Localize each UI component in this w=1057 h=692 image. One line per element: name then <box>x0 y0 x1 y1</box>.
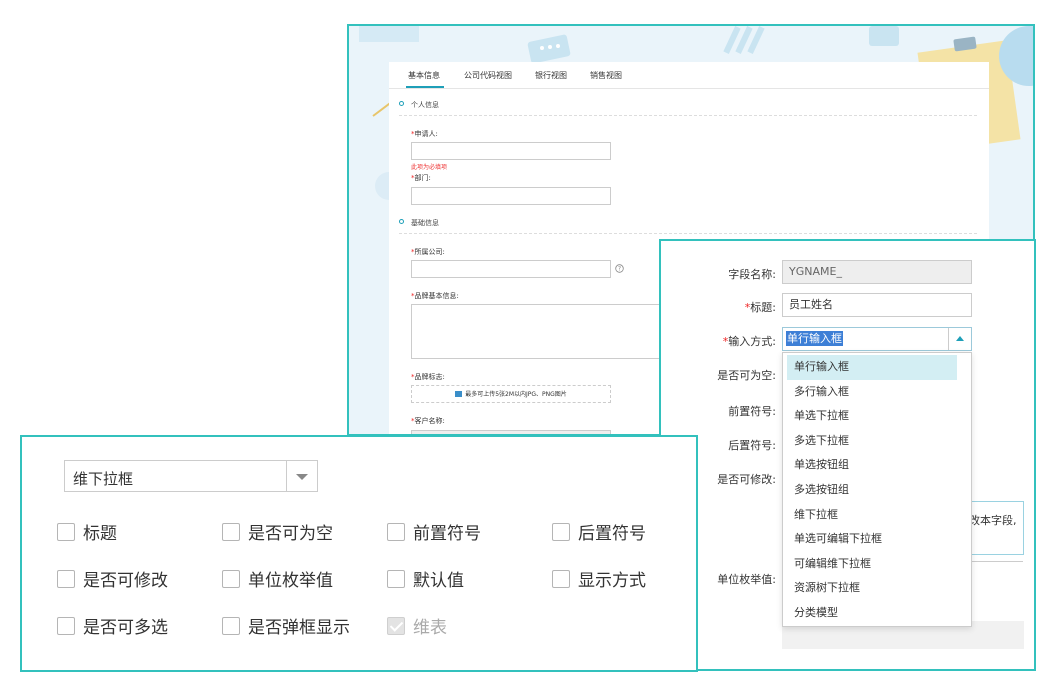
dropdown-option[interactable]: 多选按钮组 <box>783 478 971 503</box>
prefix-label: 前置符号: <box>728 405 776 418</box>
section-title-personal: 个人信息 <box>411 101 439 109</box>
dropdown-option[interactable]: 多行输入框 <box>783 380 971 405</box>
dropdown-arrow-button[interactable] <box>948 328 971 350</box>
brand-info-label: *品牌基本信息: <box>411 292 459 300</box>
dept-label: *部门: <box>411 174 431 182</box>
dimension-select-value: 维下拉框 <box>73 470 134 488</box>
hint-text: 改本字段, <box>969 514 1017 527</box>
section-divider <box>399 233 977 234</box>
section-title-basic: 基础信息 <box>411 219 439 227</box>
dropdown-option[interactable]: 多选下拉框 <box>783 429 971 454</box>
checkbox-default[interactable]: 默认值 <box>387 566 464 591</box>
applicant-label: *申请人: <box>411 130 438 138</box>
checkbox-box[interactable] <box>57 522 75 541</box>
dropdown-option[interactable]: 分类模型 <box>783 601 971 626</box>
tab-company-code-view[interactable]: 公司代码视图 <box>464 70 512 81</box>
checkbox-config-panel: 维下拉框 标题 是否可为空 前置符号 后置符号 是否可修改 单位枚举值 默认值 … <box>20 435 698 672</box>
help-icon[interactable]: ? <box>615 264 624 273</box>
dropdown-option[interactable]: 维下拉框 <box>783 503 971 528</box>
section-marker-icon <box>399 101 404 106</box>
checkbox-label: 后置符号 <box>578 524 646 544</box>
checkbox-editable[interactable]: 是否可修改 <box>57 566 168 591</box>
brand-info-textarea[interactable] <box>411 304 661 359</box>
nullable-label: 是否可为空: <box>717 369 776 382</box>
checkbox-nullable[interactable]: 是否可为空 <box>222 519 333 544</box>
checkbox-suffix[interactable]: 后置符号 <box>552 519 646 544</box>
checkbox-box[interactable] <box>222 569 240 588</box>
checkbox-label: 是否弹框显示 <box>248 618 350 638</box>
input-mode-select[interactable]: 单行输入框 <box>782 327 972 351</box>
checkbox-label: 维表 <box>413 618 447 638</box>
checkbox-popup[interactable]: 是否弹框显示 <box>222 613 350 638</box>
field-name-label: 字段名称: <box>728 268 776 281</box>
dropdown-option[interactable]: 单选下拉框 <box>783 404 971 429</box>
dropdown-option[interactable]: 单选可编辑下拉框 <box>783 527 971 552</box>
title-label: *标题: <box>744 301 776 314</box>
field-name-input[interactable]: YGNAME_ <box>782 260 972 284</box>
svg-text:?: ? <box>618 266 621 273</box>
section-marker-icon <box>399 219 404 224</box>
checkbox-display-mode[interactable]: 显示方式 <box>552 566 646 591</box>
checkbox-label: 标题 <box>83 524 117 544</box>
checkbox-dim-table: 维表 <box>387 613 447 638</box>
tab-bank-view[interactable]: 银行视图 <box>535 70 567 81</box>
company-input[interactable] <box>411 260 611 278</box>
customer-label: *客户名称: <box>411 417 445 425</box>
title-input[interactable]: 员工姓名 <box>782 293 972 317</box>
checkbox-label: 单位枚举值 <box>248 571 333 591</box>
checkbox-box[interactable] <box>57 569 75 588</box>
checkbox-label: 前置符号 <box>413 524 481 544</box>
checkbox-box[interactable] <box>552 569 570 588</box>
input-mode-selected-text: 单行输入框 <box>786 331 843 346</box>
tab-sales-view[interactable]: 销售视图 <box>590 70 622 81</box>
checkbox-label: 是否可多选 <box>83 618 168 638</box>
active-tab-indicator <box>406 86 444 88</box>
logo-upload-area[interactable]: 最多可上传5张2M以内JPG、PNG图片 <box>411 385 611 403</box>
applicant-input[interactable] <box>411 142 611 160</box>
checkbox-multiselect[interactable]: 是否可多选 <box>57 613 168 638</box>
dropdown-option[interactable]: 单选按钮组 <box>783 453 971 478</box>
input-mode-label: *输入方式: <box>722 335 776 348</box>
checkbox-box[interactable] <box>222 522 240 541</box>
brand-logo-label: *品牌标志: <box>411 373 445 381</box>
tab-basic-info[interactable]: 基本信息 <box>408 70 440 81</box>
checkbox-label: 是否可为空 <box>248 524 333 544</box>
dropdown-option[interactable]: 可编辑维下拉框 <box>783 552 971 577</box>
image-icon <box>455 391 463 397</box>
checkbox-box[interactable] <box>57 616 75 635</box>
checkbox-title[interactable]: 标题 <box>57 519 117 544</box>
dept-input[interactable] <box>411 187 611 205</box>
dimension-select[interactable]: 维下拉框 <box>64 460 318 492</box>
checkbox-box[interactable] <box>222 616 240 635</box>
input-mode-dropdown-list: 单行输入框 多行输入框 单选下拉框 多选下拉框 单选按钮组 多选按钮组 维下拉框… <box>782 352 972 627</box>
chevron-up-icon <box>956 336 964 341</box>
checkbox-label: 默认值 <box>413 571 464 591</box>
checkbox-enum[interactable]: 单位枚举值 <box>222 566 333 591</box>
chevron-down-icon[interactable] <box>286 461 317 491</box>
checkbox-label: 显示方式 <box>578 571 646 591</box>
company-label: *所属公司: <box>411 248 445 256</box>
checkbox-label: 是否可修改 <box>83 571 168 591</box>
checkbox-box[interactable] <box>387 522 405 541</box>
checkbox-box[interactable] <box>552 522 570 541</box>
checkbox-box-checked <box>387 616 405 635</box>
section-divider <box>399 115 977 116</box>
dropdown-option[interactable]: 单行输入框 <box>787 355 957 380</box>
tab-bar: 基本信息 公司代码视图 银行视图 销售视图 <box>389 62 989 89</box>
field-config-panel: 字段名称: YGNAME_ *标题: 员工姓名 *输入方式: 单行输入框 是否可… <box>659 239 1036 671</box>
checkbox-box[interactable] <box>387 569 405 588</box>
dropdown-option[interactable]: 资源树下拉框 <box>783 576 971 601</box>
applicant-error: 此项为必填项 <box>411 164 448 171</box>
checkbox-prefix[interactable]: 前置符号 <box>387 519 481 544</box>
